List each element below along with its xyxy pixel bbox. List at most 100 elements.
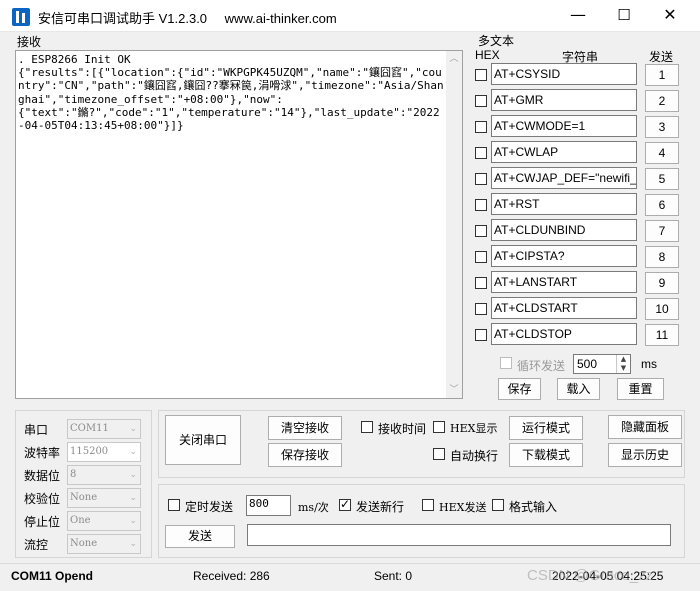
close-button[interactable]: ✕ <box>647 0 693 31</box>
command-input[interactable]: AT+CLDSTART <box>491 297 637 319</box>
receive-textarea[interactable]: . ESP8266 Init OK {"results":[{"location… <box>15 50 463 399</box>
spin-arrows-icon[interactable]: ▲ ▼ <box>616 355 630 373</box>
loop-unit-label: ms <box>641 357 657 371</box>
timed-send-checkbox[interactable] <box>168 499 180 511</box>
send-interval-value: 800 <box>249 497 269 510</box>
minimize-button[interactable]: — <box>555 0 601 31</box>
maximize-icon: ☐ <box>617 6 631 24</box>
auto-wrap-label: 自动换行 <box>450 449 499 463</box>
maximize-button[interactable]: ☐ <box>601 0 647 31</box>
hex-row-checkbox[interactable] <box>475 95 487 107</box>
app-title: 安信可串口调试助手 V1.2.3.0 <box>38 11 208 26</box>
chevron-down-icon: ⌄ <box>129 470 137 480</box>
website-link: www.ai-thinker.com <box>224 11 337 26</box>
hex-row-checkbox[interactable] <box>475 147 487 159</box>
stop-bits-value: One <box>70 515 91 526</box>
format-input-label: 格式输入 <box>509 500 558 514</box>
send-text-input[interactable] <box>247 524 671 546</box>
command-send-button[interactable]: 11 <box>645 324 679 346</box>
port-select[interactable]: COM11 ⌄ <box>67 419 141 439</box>
loop-send-label: 循环发送 <box>517 359 566 373</box>
hex-row-checkbox[interactable] <box>475 199 487 211</box>
hex-send-checkbox[interactable] <box>422 499 434 511</box>
port-label: 串口 <box>24 423 49 437</box>
run-mode-button[interactable]: 运行模式 <box>509 416 583 440</box>
load-button[interactable]: 载入 <box>557 378 600 400</box>
clear-receive-button[interactable]: 清空接收 <box>268 416 342 440</box>
auto-wrap-checkbox[interactable] <box>433 448 445 460</box>
data-bits-select[interactable]: 8 ⌄ <box>67 465 141 485</box>
flow-control-value: None <box>70 538 98 549</box>
command-send-button[interactable]: 2 <box>645 90 679 112</box>
hide-panel-button[interactable]: 隐藏面板 <box>608 415 682 439</box>
receive-scrollbar[interactable]: ︿ ﹀ <box>446 51 462 398</box>
command-input[interactable]: AT+CWJAP_DEF="newifi_ <box>491 167 637 189</box>
command-input[interactable]: AT+CSYSID <box>491 63 637 85</box>
hex-display-label: HEX显示 <box>450 422 498 435</box>
scroll-down-icon[interactable]: ﹀ <box>446 382 462 398</box>
chevron-down-icon: ⌄ <box>129 493 137 503</box>
parity-label: 校验位 <box>24 492 61 506</box>
hex-row-checkbox[interactable] <box>475 173 487 185</box>
title-bar: 安信可串口调试助手 V1.2.3.0 www.ai-thinker.com — … <box>0 0 700 32</box>
chevron-down-icon: ⌄ <box>129 516 137 526</box>
hex-row-checkbox[interactable] <box>475 121 487 133</box>
loop-interval-input[interactable]: 500 ▲ ▼ <box>573 354 631 374</box>
command-send-button[interactable]: 7 <box>645 220 679 242</box>
command-send-button[interactable]: 10 <box>645 298 679 320</box>
scroll-up-icon[interactable]: ︿ <box>446 51 462 67</box>
show-history-button[interactable]: 显示历史 <box>608 443 682 467</box>
command-input[interactable]: AT+CWMODE=1 <box>491 115 637 137</box>
command-input[interactable]: AT+CLDSTOP <box>491 323 637 345</box>
reset-button[interactable]: 重置 <box>617 378 664 400</box>
chevron-down-icon: ⌄ <box>129 424 137 434</box>
receive-time-checkbox[interactable] <box>361 421 373 433</box>
stop-bits-select[interactable]: One ⌄ <box>67 511 141 531</box>
hex-display-checkbox[interactable] <box>433 421 445 433</box>
download-mode-button[interactable]: 下载模式 <box>509 443 583 467</box>
command-send-button[interactable]: 6 <box>645 194 679 216</box>
flow-control-select[interactable]: None ⌄ <box>67 534 141 554</box>
receive-content: . ESP8266 Init OK {"results":[{"location… <box>18 53 444 133</box>
close-port-button[interactable]: 关闭串口 <box>165 415 241 465</box>
baud-label: 波特率 <box>24 446 61 460</box>
command-send-button[interactable]: 4 <box>645 142 679 164</box>
save-receive-button[interactable]: 保存接收 <box>268 443 342 467</box>
save-button[interactable]: 保存 <box>498 378 541 400</box>
format-input-checkbox[interactable] <box>492 499 504 511</box>
command-send-button[interactable]: 5 <box>645 168 679 190</box>
command-input[interactable]: AT+CWLAP <box>491 141 637 163</box>
baud-select[interactable]: 115200 ⌄ <box>67 442 141 462</box>
command-input[interactable]: AT+LANSTART <box>491 271 637 293</box>
hex-column-header: HEX <box>475 48 500 62</box>
command-input[interactable]: AT+GMR <box>491 89 637 111</box>
command-send-button[interactable]: 9 <box>645 272 679 294</box>
status-bar: COM11 Opend Received: 286 Sent: 0 2022-0… <box>0 563 700 591</box>
command-input[interactable]: AT+RST <box>491 193 637 215</box>
hex-row-checkbox[interactable] <box>475 225 487 237</box>
command-input[interactable]: AT+CIPSTA? <box>491 245 637 267</box>
receive-label: 接收 <box>17 35 42 49</box>
flow-control-label: 流控 <box>24 538 49 552</box>
send-newline-checkbox[interactable] <box>339 497 351 511</box>
loop-send-checkbox[interactable] <box>500 357 512 369</box>
loop-interval-value: 500 <box>577 357 598 371</box>
sent-count: Sent: 0 <box>374 569 413 583</box>
command-send-button[interactable]: 3 <box>645 116 679 138</box>
app-logo-icon <box>12 8 30 26</box>
command-send-button[interactable]: 1 <box>645 64 679 86</box>
send-newline-label: 发送新行 <box>356 500 405 514</box>
command-input[interactable]: AT+CLDUNBIND <box>491 219 637 241</box>
hex-row-checkbox[interactable] <box>475 329 487 341</box>
parity-select[interactable]: None ⌄ <box>67 488 141 508</box>
hex-row-checkbox[interactable] <box>475 69 487 81</box>
send-button[interactable]: 发送 <box>165 525 235 548</box>
hex-send-label: HEX发送 <box>439 501 487 514</box>
send-interval-input[interactable]: 800 <box>246 495 291 516</box>
hex-row-checkbox[interactable] <box>475 303 487 315</box>
send-column-header: 发送 <box>649 50 674 64</box>
hex-row-checkbox[interactable] <box>475 277 487 289</box>
port-value: COM11 <box>70 423 109 434</box>
command-send-button[interactable]: 8 <box>645 246 679 268</box>
hex-row-checkbox[interactable] <box>475 251 487 263</box>
